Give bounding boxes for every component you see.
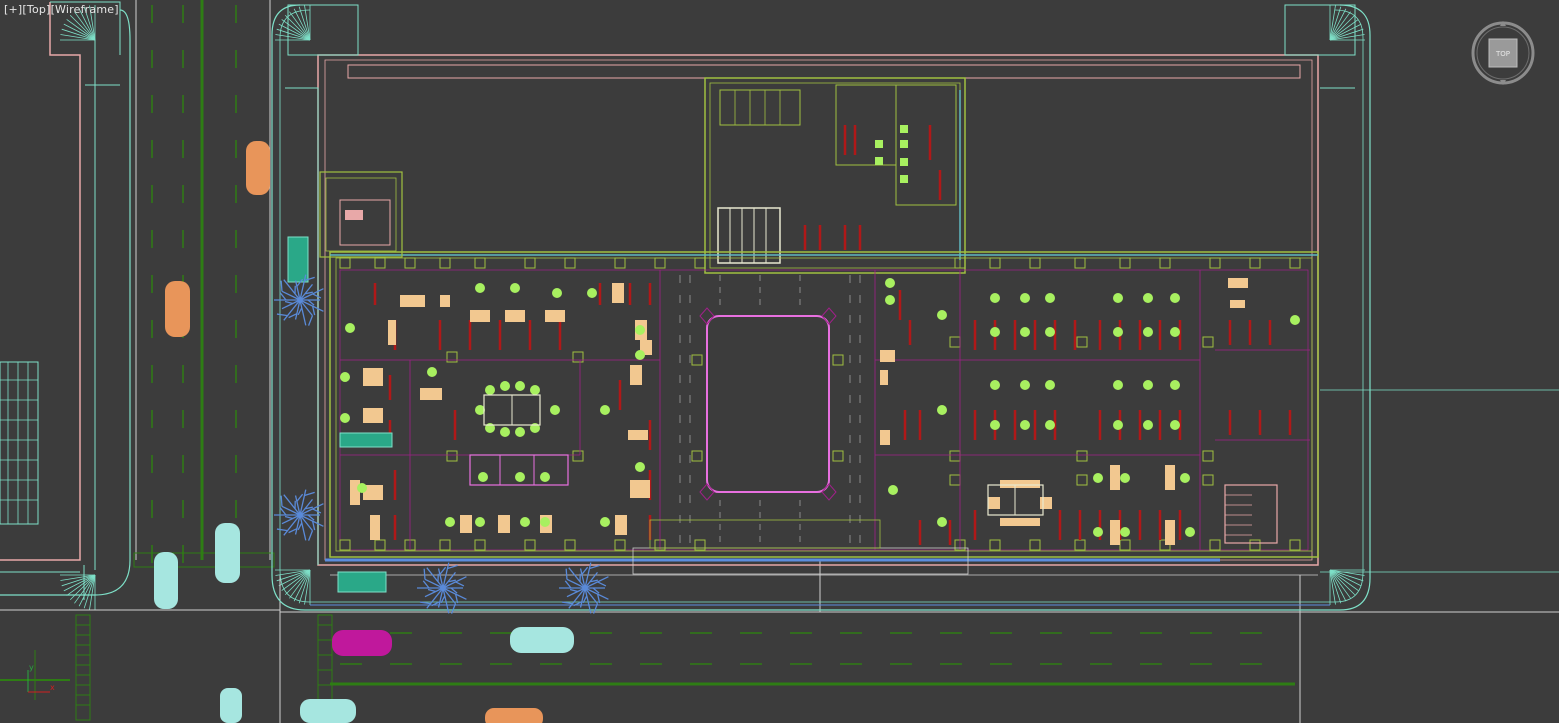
- car-orange-1: [246, 141, 270, 195]
- axis-tripod-icon: y x: [27, 663, 55, 693]
- car-cyan-1: [215, 523, 240, 583]
- car-cyan-4: [300, 699, 356, 723]
- car-orange-3: [485, 708, 543, 723]
- viewport-menu-plus[interactable]: [+]: [4, 3, 22, 16]
- axis-x-label: x: [50, 683, 55, 692]
- car-magenta: [332, 630, 392, 656]
- top-viewport[interactable]: [+][Top][Wireframe] TOP y x: [0, 0, 1559, 723]
- car-cyan-3: [510, 627, 574, 653]
- car-orange-2: [165, 281, 190, 337]
- viewport-label[interactable]: [+][Top][Wireframe]: [4, 3, 119, 16]
- viewcube-face-label: TOP: [1495, 50, 1510, 58]
- wireframe-scene[interactable]: [0, 0, 1559, 723]
- axis-y-label: y: [29, 663, 34, 672]
- viewport-view-label[interactable]: [Top]: [22, 3, 50, 16]
- viewport-shading-label[interactable]: [Wireframe]: [51, 3, 119, 16]
- car-cyan-5: [220, 688, 242, 723]
- ground-plane: [0, 0, 1559, 723]
- viewcube-widget[interactable]: TOP: [1470, 20, 1536, 86]
- car-cyan-2: [154, 552, 178, 609]
